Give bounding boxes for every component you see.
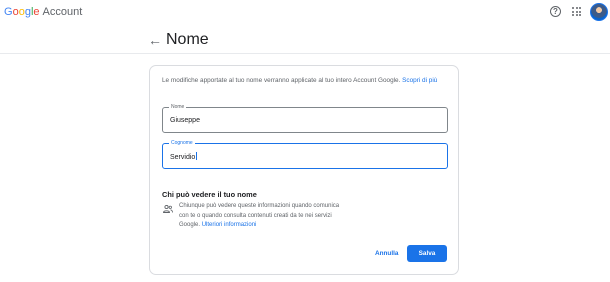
first-name-label: Nome bbox=[169, 103, 187, 111]
intro-description: Le modifiche apportate al tuo nome verra… bbox=[162, 77, 401, 84]
header-divider bbox=[0, 53, 610, 54]
learn-more-link[interactable]: Scopri di più bbox=[402, 77, 437, 84]
google-logo: Google bbox=[4, 6, 40, 18]
last-name-value: Servidio bbox=[170, 154, 196, 161]
avatar[interactable] bbox=[590, 3, 608, 21]
cancel-button[interactable]: Annulla bbox=[372, 246, 401, 262]
text-caret bbox=[196, 152, 198, 160]
last-name-label: Cognome bbox=[169, 139, 195, 147]
logo-letter: e bbox=[33, 6, 40, 18]
first-name-field[interactable]: Nome Giuseppe bbox=[162, 103, 448, 133]
back-arrow-icon[interactable]: ← bbox=[148, 31, 162, 49]
more-info-link[interactable]: Ulteriori informazioni bbox=[202, 222, 257, 228]
name-edit-card: Le modifiche apportate al tuo nome verra… bbox=[149, 65, 459, 275]
logo-account-label: Account bbox=[42, 6, 83, 18]
help-icon[interactable]: ? bbox=[550, 6, 561, 17]
first-name-value[interactable]: Giuseppe bbox=[170, 116, 200, 125]
top-bar: Google Account ? bbox=[0, 0, 610, 26]
save-button[interactable]: Salva bbox=[407, 245, 447, 262]
people-icon bbox=[163, 205, 173, 213]
visibility-heading: Chi può vedere il tuo nome bbox=[162, 190, 257, 199]
page-title: Nome bbox=[166, 31, 209, 48]
last-name-input[interactable]: Servidio bbox=[170, 152, 198, 162]
apps-grid-icon[interactable] bbox=[572, 7, 581, 16]
google-account-logo[interactable]: Google Account bbox=[4, 5, 82, 19]
intro-text: Le modifiche apportate al tuo nome verra… bbox=[162, 76, 450, 86]
last-name-field[interactable]: Cognome Servidio bbox=[162, 139, 448, 169]
visibility-description: Chiunque può vedere queste informazioni … bbox=[179, 202, 349, 231]
logo-letter: G bbox=[4, 6, 13, 18]
